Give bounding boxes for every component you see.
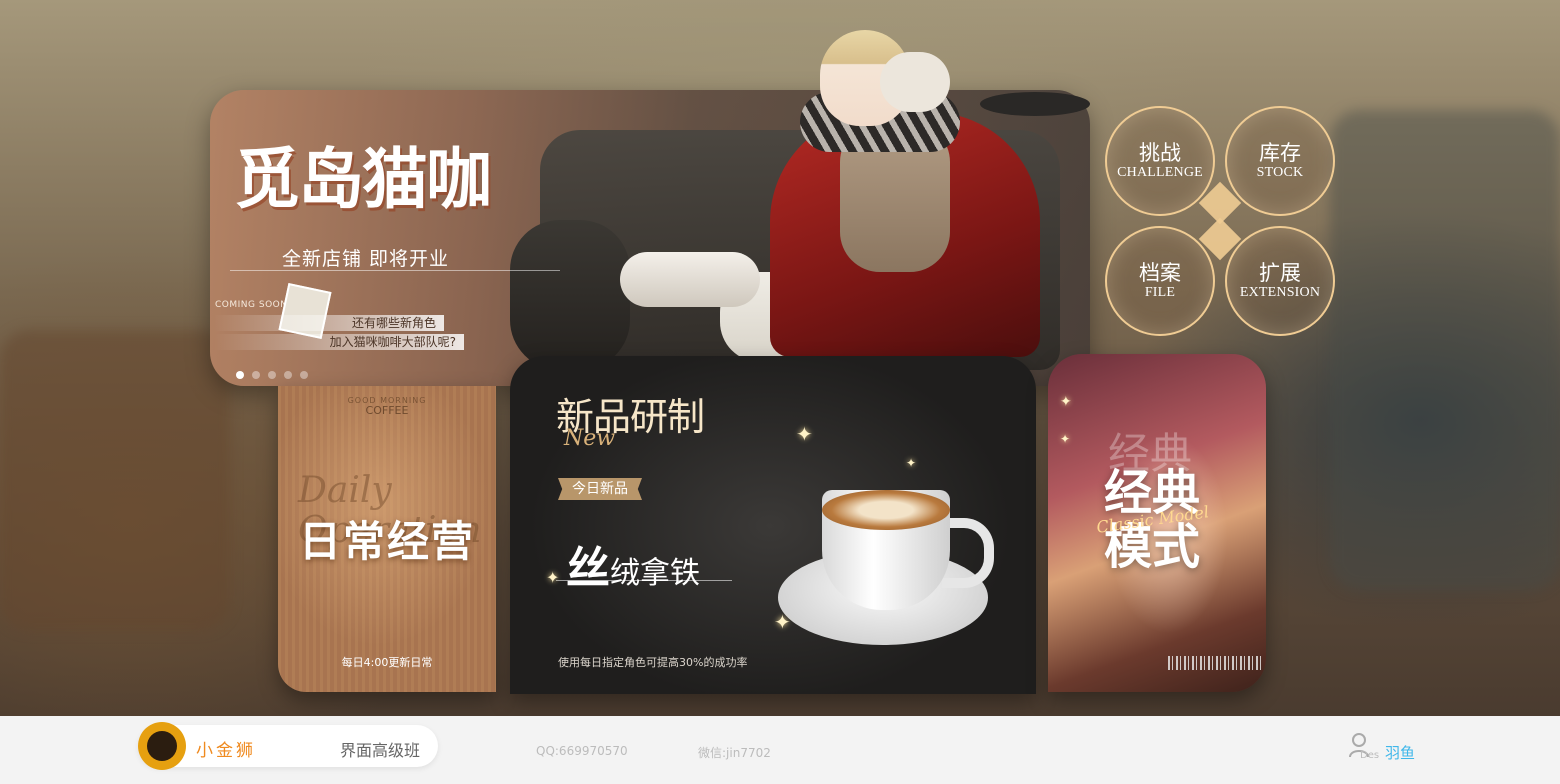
menu-label-cn: 扩展 [1259, 261, 1301, 285]
game-stage: 觅岛猫咖 全新店铺 即将开业 COMING SOON 还有哪些新角色 加入猫咪咖… [0, 0, 1560, 716]
new-product-title-en: New [564, 426, 616, 451]
brand-pill[interactable]: 小金狮 界面高级班 [138, 722, 438, 770]
sparkle-icon: ✦ [1060, 394, 1072, 410]
divider [556, 580, 732, 581]
menu-label-en: CHALLENGE [1117, 165, 1203, 180]
menu-label-en: STOCK [1256, 165, 1304, 180]
menu-label-cn: 库存 [1259, 141, 1301, 165]
divider [230, 270, 560, 271]
carousel-dot[interactable] [300, 371, 308, 379]
background-decor [0, 330, 230, 630]
sparkle-icon: ✦ [546, 568, 560, 587]
menu-label-en: EXTENSION [1239, 285, 1321, 300]
product-name-big: 丝 [566, 543, 610, 594]
banner-tag-join: 加入猫咪咖啡大部队呢? [214, 334, 464, 350]
wechat-contact: 微信:jin7702 [698, 746, 771, 760]
coming-soon-label: COMING SOON [215, 300, 288, 310]
sparkle-icon: ✦ [774, 610, 791, 634]
deco-line: Daily [298, 470, 392, 511]
brand-name: 小金狮 [196, 741, 256, 761]
menu-label-en: FILE [1144, 285, 1176, 300]
designer-label: Des [1360, 750, 1380, 761]
carousel-dot[interactable] [236, 371, 244, 379]
lion-face [147, 731, 177, 761]
menu-label-cn: 档案 [1139, 261, 1181, 285]
carousel-dot[interactable] [252, 371, 260, 379]
qq-contact: QQ:669970570 [536, 744, 628, 758]
product-name: 丝绒拿铁 [566, 532, 700, 596]
character-illustration [620, 22, 1090, 362]
new-product-card[interactable]: 新品研制 New 今日新品 丝绒拿铁 ✦ ✦ ✦ ✦ 使用每日指定角色可提高30… [510, 356, 1036, 694]
carousel-dots[interactable] [236, 371, 308, 379]
daily-refresh-note: 每日4:00更新日常 [341, 656, 433, 669]
sparkle-icon: ✦ [906, 456, 917, 470]
daily-operation-card[interactable]: GOOD MORNING COFFEE Daily Operation 日常经营 … [278, 386, 496, 692]
sofa-arm-illustration [510, 220, 630, 370]
serving-tray [980, 92, 1090, 116]
success-rate-note: 使用每日指定角色可提高30%的成功率 [558, 656, 748, 669]
sparkle-icon: ✦ [796, 422, 813, 446]
banner-tag-new-characters: 还有哪些新角色 [214, 315, 444, 331]
shoulder-cat [880, 52, 950, 112]
barcode-icon [1168, 656, 1264, 670]
classic-mode-card[interactable]: 经典 经典 模式 Classic Model ✦ ✦ [1048, 354, 1266, 692]
banner-title: 觅岛猫咖 [234, 140, 492, 218]
white-tiger-cat [620, 252, 760, 307]
coffee-label: COFFEE [365, 404, 409, 417]
latte-cup-illustration [778, 490, 998, 660]
course-name: 界面高级班 [340, 741, 421, 760]
menu-extension-button[interactable]: 扩展 EXTENSION [1225, 226, 1335, 336]
lion-logo-icon [138, 722, 186, 770]
banner-subtitle: 全新店铺 即将开业 [282, 248, 450, 270]
today-new-badge: 今日新品 [558, 478, 642, 500]
background-decor [1330, 110, 1560, 590]
carousel-dot[interactable] [284, 371, 292, 379]
product-name-rest: 绒拿铁 [610, 556, 700, 591]
author-name: 羽鱼 [1385, 744, 1416, 762]
daily-operation-title: 日常经营 [298, 517, 475, 566]
menu-stock-button[interactable]: 库存 STOCK [1225, 106, 1335, 216]
menu-file-button[interactable]: 档案 FILE [1105, 226, 1215, 336]
latte-foam [822, 490, 950, 530]
carousel-dot[interactable] [268, 371, 276, 379]
footer-bar: 小金狮 界面高级班 QQ:669970570 微信:jin7702 Des 羽鱼 [0, 716, 1560, 784]
sparkle-icon: ✦ [1060, 432, 1071, 446]
menu-challenge-button[interactable]: 挑战 CHALLENGE [1105, 106, 1215, 216]
menu-label-cn: 挑战 [1139, 141, 1181, 165]
